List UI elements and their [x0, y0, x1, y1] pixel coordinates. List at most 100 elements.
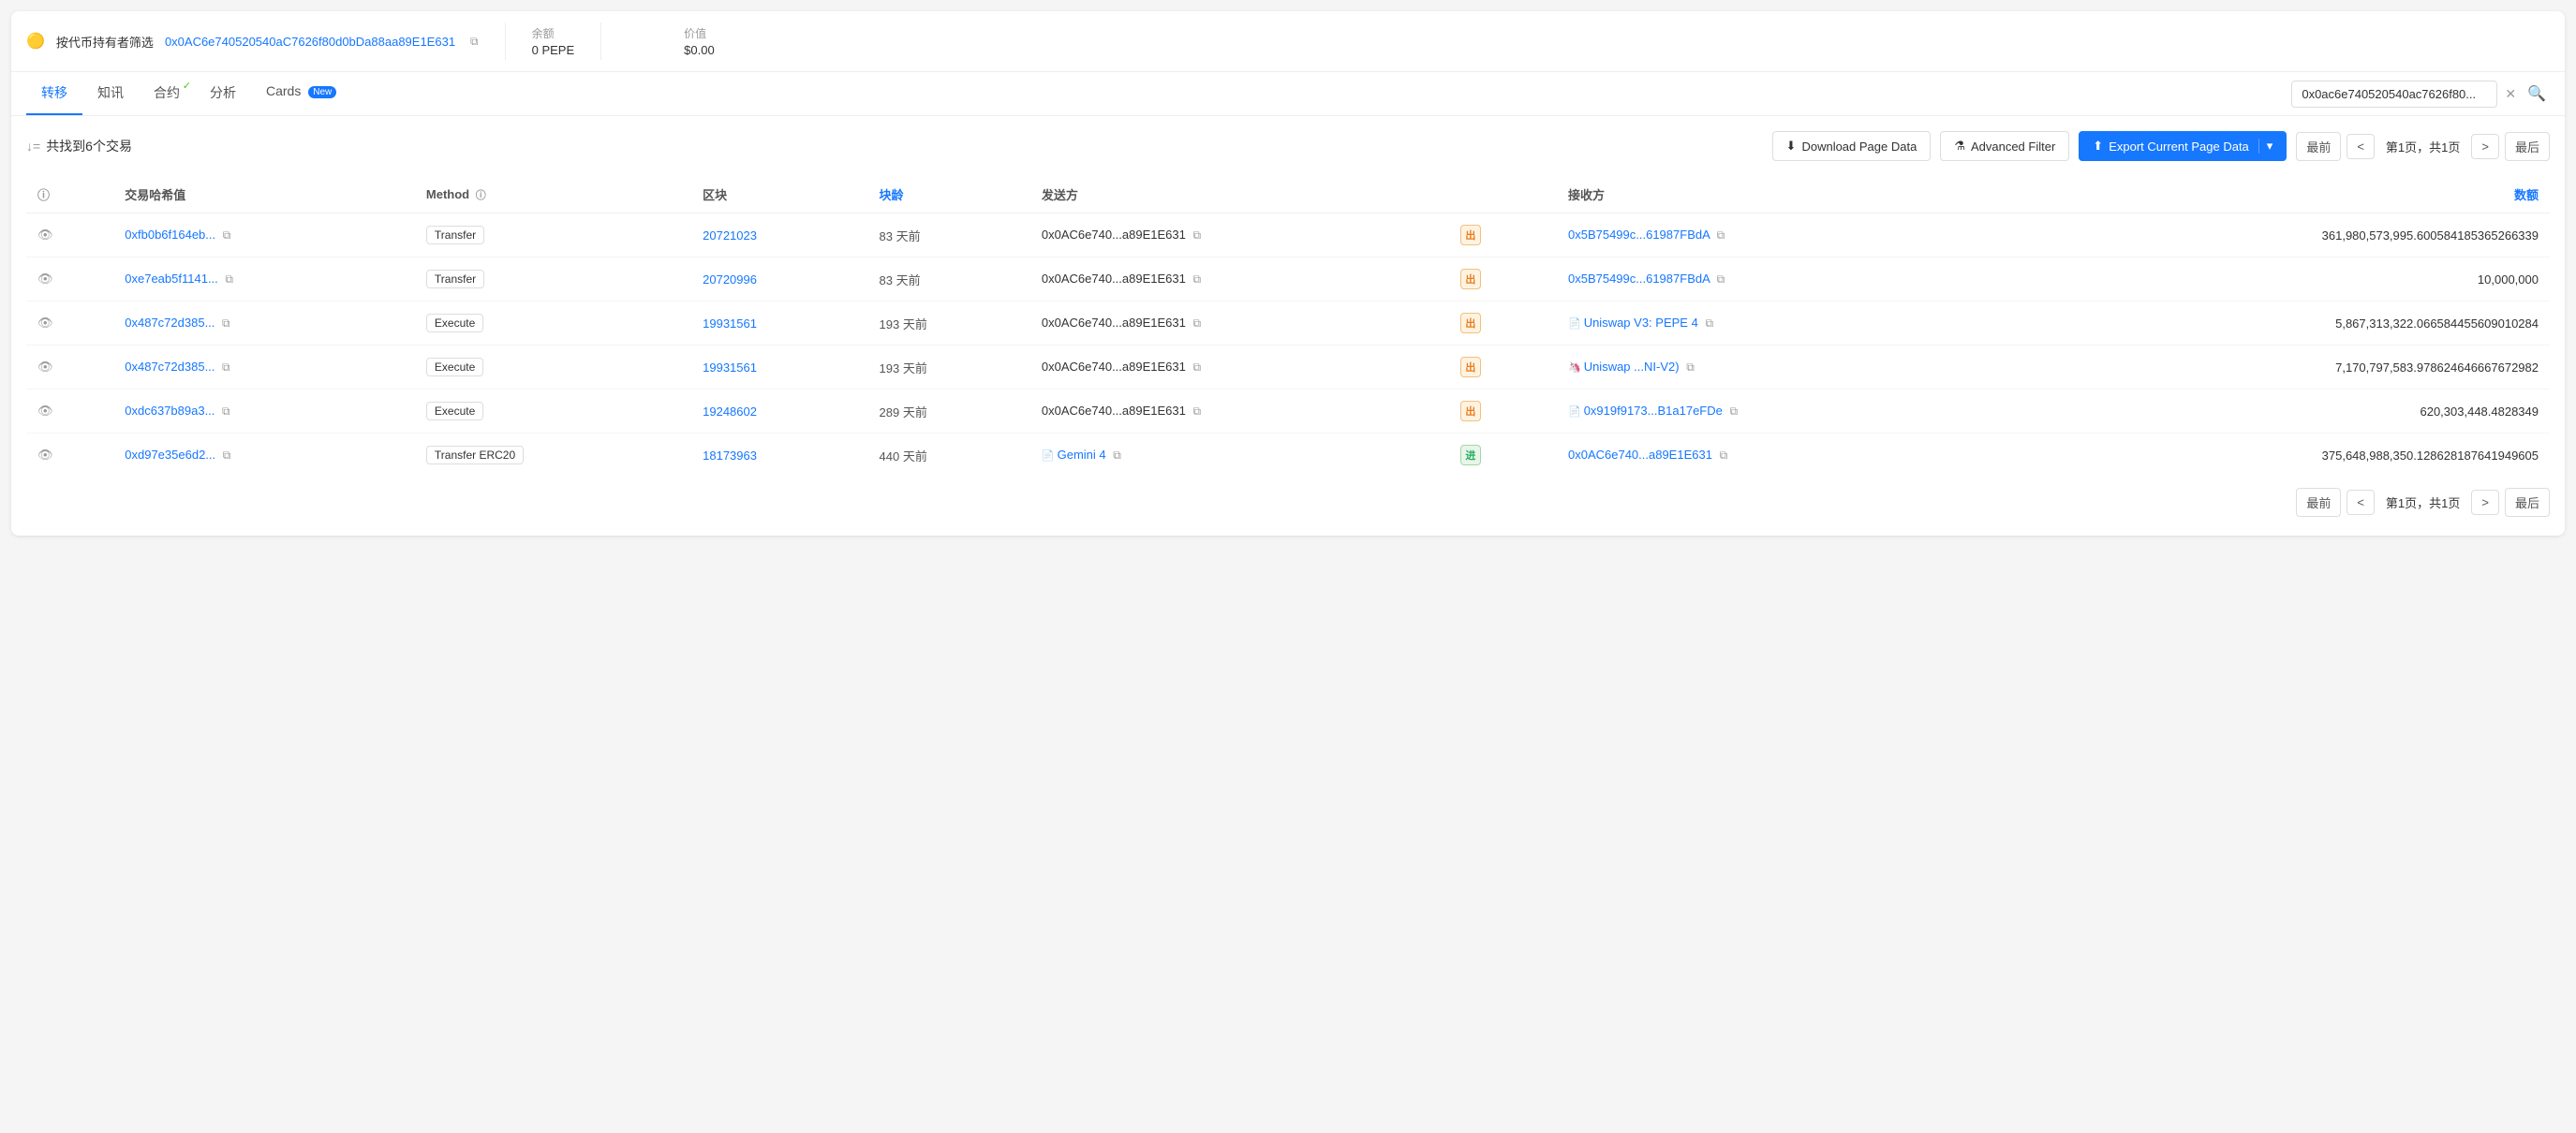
row-eye-icon[interactable]: 👁 — [37, 228, 53, 242]
tx-hash-link[interactable]: 0xd97e35e6d2... — [125, 448, 215, 462]
to-uniswap-icon: 🦄 — [1568, 362, 1581, 374]
to-address-link[interactable]: 0x5B75499c...61987FBdA — [1568, 228, 1710, 242]
method-badge: Execute — [426, 358, 483, 376]
bottom-pagination: 最前 < 第1页，共1页 > 最后 — [26, 477, 2550, 521]
tab-contract[interactable]: 合约 ✓ — [139, 72, 195, 115]
tx-age: 289 天前 — [868, 390, 1030, 434]
copy-address-icon[interactable]: ⧉ — [470, 35, 479, 49]
copy-hash-icon[interactable]: ⧉ — [223, 449, 231, 462]
tx-hash-link[interactable]: 0xfb0b6f164eb... — [125, 228, 215, 242]
search-button-icon[interactable]: 🔍 — [2524, 81, 2550, 107]
to-address-link[interactable]: 0x919f9173...B1a17eFDe — [1584, 404, 1723, 418]
tab-cards[interactable]: Cards New — [251, 72, 351, 115]
block-number-link[interactable]: 18173963 — [703, 449, 757, 463]
copy-from-icon[interactable]: ⧉ — [1193, 360, 1202, 374]
to-address-link[interactable]: 0x5B75499c...61987FBdA — [1568, 272, 1710, 286]
export-dropdown-arrow[interactable]: ▾ — [2258, 139, 2273, 154]
copy-to-icon[interactable]: ⧉ — [1705, 316, 1713, 330]
col-header-age: 块龄 — [868, 176, 1030, 213]
tab-transfer[interactable]: 转移 — [26, 72, 82, 115]
col-header-hash: 交易哈希值 — [113, 176, 415, 213]
copy-hash-icon[interactable]: ⧉ — [222, 405, 230, 418]
copy-from-icon[interactable]: ⧉ — [1113, 449, 1121, 462]
method-badge: Transfer ERC20 — [426, 446, 524, 464]
row-eye-icon[interactable]: 👁 — [37, 448, 53, 462]
balance-value: 0 PEPE — [532, 43, 575, 57]
download-page-data-button[interactable]: ⬇ Download Page Data — [1772, 131, 1932, 161]
tx-age: 440 天前 — [868, 434, 1030, 478]
bottom-first-page-button[interactable]: 最前 — [2296, 488, 2341, 517]
transactions-table: ⓘ 交易哈希值 Method ⓘ 区块 块龄 发送方 接收方 数额 👁0xfb0… — [26, 176, 2550, 477]
filter-divider — [505, 22, 506, 60]
block-number-link[interactable]: 19248602 — [703, 405, 757, 419]
tx-age: 83 天前 — [868, 213, 1030, 258]
copy-to-icon[interactable]: ⧉ — [1729, 405, 1738, 418]
tx-amount: 620,303,448.4828349 — [1999, 390, 2550, 434]
table-row: 👁0xe7eab5f1141... ⧉Transfer2072099683 天前… — [26, 258, 2550, 302]
to-contract-icon: 📄 — [1568, 406, 1581, 418]
method-badge: Execute — [426, 402, 483, 420]
method-badge: Execute — [426, 314, 483, 332]
tx-amount: 5,867,313,322.066584455609010284 — [1999, 302, 2550, 346]
row-eye-icon[interactable]: 👁 — [37, 272, 53, 286]
to-address-link[interactable]: Uniswap V3: PEPE 4 — [1584, 316, 1698, 330]
content-toolbar: ↓= 共找到6个交易 ⬇ Download Page Data ⚗ Advanc… — [26, 131, 2550, 161]
search-clear-icon[interactable]: ✕ — [2505, 86, 2516, 102]
tabs-list: 转移 知讯 合约 ✓ 分析 Cards New — [26, 72, 351, 115]
copy-to-icon[interactable]: ⧉ — [1717, 272, 1725, 286]
tab-knowledge[interactable]: 知讯 — [82, 72, 139, 115]
block-number-link[interactable]: 20721023 — [703, 228, 757, 243]
tx-hash-link[interactable]: 0xe7eab5f1141... — [125, 272, 218, 286]
tab-analytics[interactable]: 分析 — [195, 72, 251, 115]
copy-hash-icon[interactable]: ⧉ — [223, 228, 231, 242]
copy-from-icon[interactable]: ⧉ — [1193, 272, 1202, 286]
advanced-filter-button[interactable]: ⚗ Advanced Filter — [1940, 131, 2069, 161]
copy-to-icon[interactable]: ⧉ — [1717, 228, 1725, 242]
copy-hash-icon[interactable]: ⧉ — [222, 316, 230, 330]
content-area: ↓= 共找到6个交易 ⬇ Download Page Data ⚗ Advanc… — [11, 116, 2565, 536]
tx-hash-link[interactable]: 0xdc637b89a3... — [125, 404, 215, 418]
from-address-link[interactable]: Gemini 4 — [1058, 448, 1106, 462]
copy-from-icon[interactable]: ⧉ — [1193, 316, 1202, 330]
copy-to-icon[interactable]: ⧉ — [1686, 360, 1695, 374]
value-section: 价值 $0.00 — [684, 25, 715, 57]
to-address-link[interactable]: Uniswap ...NI-V2) — [1584, 360, 1680, 374]
row-eye-icon[interactable]: 👁 — [37, 316, 53, 330]
direction-badge: 出 — [1460, 313, 1481, 333]
prev-page-button[interactable]: < — [2347, 134, 2375, 159]
from-address: 0x0AC6e740...a89E1E631 — [1042, 316, 1186, 330]
table-row: 👁0xfb0b6f164eb... ⧉Transfer2072102383 天前… — [26, 213, 2550, 258]
next-page-button[interactable]: > — [2471, 134, 2499, 159]
copy-from-icon[interactable]: ⧉ — [1193, 405, 1202, 418]
col-header-block: 区块 — [691, 176, 867, 213]
from-contract-icon: 📄 — [1042, 450, 1055, 462]
info-circle-icon: ⓘ — [37, 188, 50, 202]
row-eye-icon[interactable]: 👁 — [37, 404, 53, 418]
filter-address-link[interactable]: 0x0AC6e740520540aC7626f80d0bDa88aa89E1E6… — [165, 35, 455, 49]
col-header-from: 发送方 — [1030, 176, 1449, 213]
export-current-page-button[interactable]: ⬆ Export Current Page Data ▾ — [2079, 131, 2287, 161]
copy-hash-icon[interactable]: ⧉ — [222, 360, 230, 374]
tx-age: 193 天前 — [868, 346, 1030, 390]
tx-hash-link[interactable]: 0x487c72d385... — [125, 316, 215, 330]
table-row: 👁 0xd97e35e6d2... ⧉ Transfer ERC20 18173963… — [26, 434, 2550, 478]
block-number-link[interactable]: 19931561 — [703, 360, 757, 375]
copy-to-icon[interactable]: ⧉ — [1720, 449, 1728, 462]
block-number-link[interactable]: 19931561 — [703, 316, 757, 331]
to-address-link[interactable]: 0x0AC6e740...a89E1E631 — [1568, 448, 1712, 462]
bottom-prev-page-button[interactable]: < — [2347, 490, 2375, 515]
main-container: 🟡 按代币持有者筛选 0x0AC6e740520540aC7626f80d0bD… — [11, 11, 2565, 536]
tx-hash-link[interactable]: 0x487c72d385... — [125, 360, 215, 374]
tx-age: 83 天前 — [868, 258, 1030, 302]
bottom-last-page-button[interactable]: 最后 — [2505, 488, 2550, 517]
copy-from-icon[interactable]: ⧉ — [1193, 228, 1202, 242]
copy-hash-icon[interactable]: ⧉ — [225, 272, 233, 286]
bottom-next-page-button[interactable]: > — [2471, 490, 2499, 515]
first-page-button[interactable]: 最前 — [2296, 132, 2341, 161]
filter-label-btn: Advanced Filter — [1971, 140, 2055, 154]
row-eye-icon[interactable]: 👁 — [37, 360, 53, 374]
last-page-button[interactable]: 最后 — [2505, 132, 2550, 161]
method-help-icon[interactable]: ⓘ — [476, 190, 486, 201]
search-input[interactable] — [2291, 81, 2497, 108]
block-number-link[interactable]: 20720996 — [703, 272, 757, 287]
